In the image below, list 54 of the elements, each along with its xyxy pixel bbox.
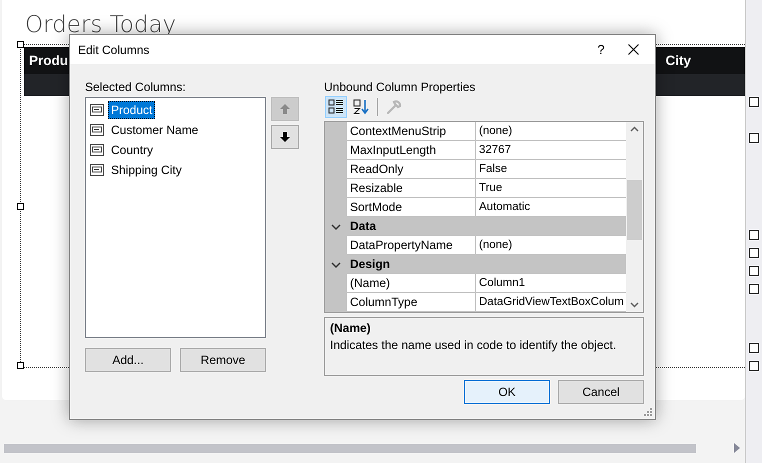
column-header: Produ	[29, 53, 68, 68]
textbox-icon	[90, 144, 104, 156]
description-title: (Name)	[330, 321, 372, 336]
square-icon[interactable]	[749, 343, 759, 353]
property-name[interactable]: Resizable	[347, 179, 476, 198]
textbox-icon	[90, 104, 104, 116]
textbox-icon	[90, 124, 104, 136]
square-icon[interactable]	[749, 97, 759, 107]
textbox-icon	[90, 164, 104, 176]
square-icon[interactable]	[749, 361, 759, 371]
resize-grip-icon[interactable]	[643, 407, 653, 417]
move-down-button[interactable]	[271, 125, 299, 149]
scroll-up-icon[interactable]	[630, 126, 639, 132]
property-name[interactable]: MaxInputLength	[347, 141, 476, 160]
square-icon[interactable]	[749, 284, 759, 294]
square-icon[interactable]	[749, 230, 759, 240]
property-name[interactable]: ColumnType	[347, 293, 476, 312]
property-name[interactable]: ReadOnly	[347, 160, 476, 179]
list-item[interactable]: Shipping City	[108, 161, 185, 179]
categorized-view-button[interactable]	[325, 96, 347, 118]
down-arrow-icon[interactable]	[279, 131, 291, 143]
cancel-button[interactable]: Cancel	[558, 380, 644, 404]
help-button[interactable]: ?	[578, 42, 624, 57]
column-list[interactable]: Product Customer Name Country Shipping City	[85, 97, 266, 338]
scroll-down-icon[interactable]	[630, 302, 639, 308]
resize-handle[interactable]	[17, 203, 24, 210]
page-title: Orders Today	[25, 11, 178, 40]
dialog-title: Edit Columns	[78, 42, 150, 56]
scroll-right-icon[interactable]	[733, 443, 741, 453]
resize-handle[interactable]	[17, 41, 24, 48]
description-text: Indicates the name used in code to identify the object.	[330, 337, 618, 354]
column-header: City	[665, 53, 691, 68]
list-item[interactable]: Country	[108, 141, 156, 159]
square-icon[interactable]	[749, 266, 759, 276]
collapse-chevron-icon[interactable]	[331, 222, 341, 230]
scrollbar-thumb[interactable]	[627, 180, 642, 240]
property-name[interactable]: ContextMenuStrip	[347, 122, 476, 141]
category-header[interactable]: Design	[347, 255, 626, 274]
resize-handle[interactable]	[17, 362, 24, 369]
category-header[interactable]: Data	[347, 217, 626, 236]
collapse-chevron-icon[interactable]	[331, 260, 341, 268]
property-grid[interactable]: ContextMenuStrip (none) MaxInputLength 32767 ReadOnly False Resizable True SortMode Automatic Data DataPropertyName (none) Design (Name) Column1 ColumnType DataGridViewTextBoxColum	[324, 121, 644, 313]
list-label: Selected Columns:	[85, 80, 187, 96]
list-item[interactable]: Customer Name	[108, 121, 202, 139]
list-item[interactable]: Product	[108, 101, 156, 119]
ok-button[interactable]: OK	[464, 380, 550, 404]
properties-label: Unbound Column Properties	[324, 80, 476, 96]
scrollbar-thumb[interactable]	[4, 444, 696, 452]
square-icon[interactable]	[749, 133, 759, 143]
property-name[interactable]: (Name)	[347, 274, 476, 293]
list-action-button[interactable]: Remove	[180, 348, 266, 372]
close-icon[interactable]	[628, 44, 639, 55]
list-action-button[interactable]: Add...	[85, 348, 171, 372]
square-icon[interactable]	[749, 248, 759, 258]
